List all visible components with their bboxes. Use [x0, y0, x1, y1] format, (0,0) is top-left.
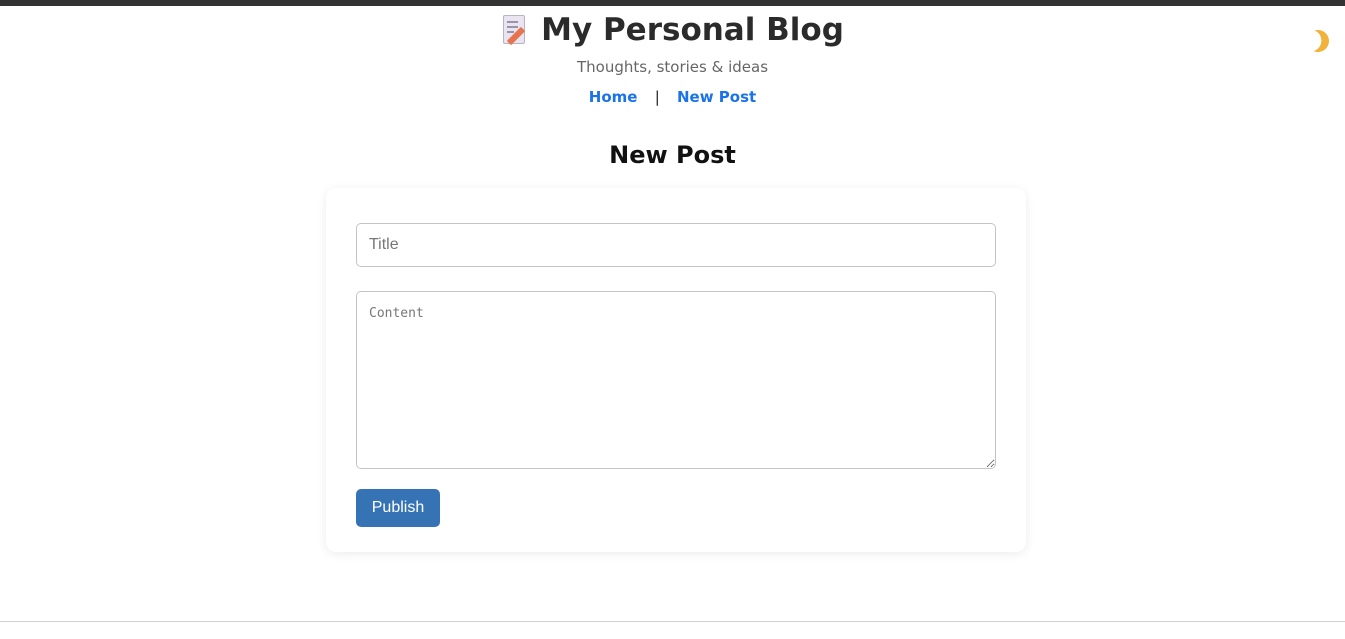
site-subtitle: Thoughts, stories & ideas — [576, 58, 769, 76]
title-input[interactable] — [356, 223, 996, 267]
new-post-form: Publish — [326, 188, 1026, 552]
main-nav: Home | New Post — [0, 88, 1345, 106]
nav-link-new-post[interactable]: New Post — [677, 88, 756, 106]
site-title-text: My Personal Blog — [541, 12, 844, 48]
content-textarea[interactable] — [356, 291, 996, 469]
site-header: My Personal Blog Thoughts, stories & ide… — [0, 6, 1345, 106]
page-title: New Post — [609, 141, 736, 169]
site-title: My Personal Blog — [0, 6, 1345, 48]
nav-link-home[interactable]: Home — [589, 88, 638, 106]
memo-icon — [501, 14, 527, 46]
publish-button[interactable]: Publish — [356, 489, 440, 527]
crescent-moon-icon — [1304, 27, 1332, 55]
theme-toggle-button[interactable] — [1305, 28, 1331, 54]
nav-separator: | — [654, 88, 660, 106]
footer-divider — [0, 621, 1345, 622]
